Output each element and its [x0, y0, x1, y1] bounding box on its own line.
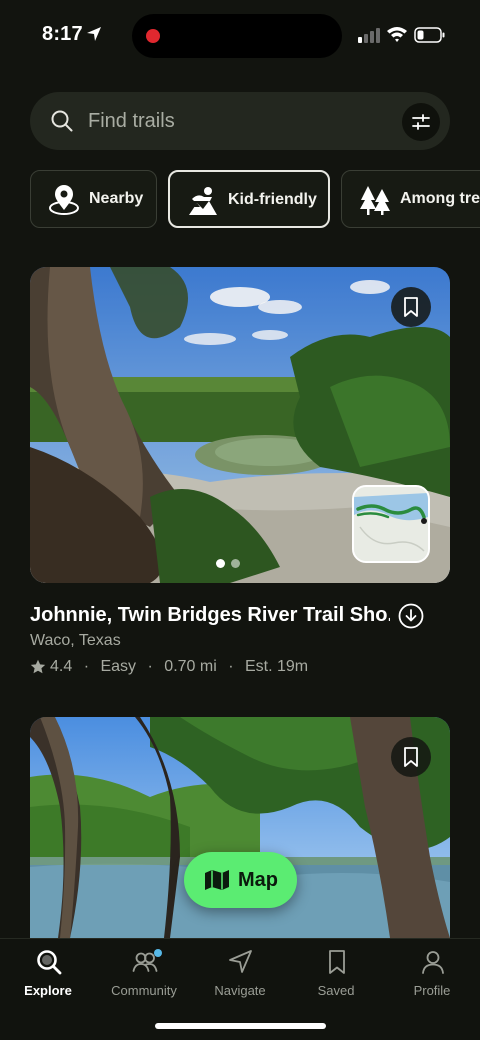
- wifi-icon: [387, 27, 407, 42]
- navigate-icon: [229, 950, 252, 973]
- bookmark-icon: [404, 747, 418, 767]
- profile-icon: [422, 951, 444, 974]
- tab-community[interactable]: Community: [96, 939, 192, 1009]
- trail-distance: 0.70 mi: [164, 658, 217, 675]
- map-icon: [205, 870, 229, 890]
- kid-friendly-icon: [189, 187, 217, 215]
- tab-label: Explore: [24, 983, 72, 998]
- download-trail-button[interactable]: [398, 603, 424, 629]
- trail-meta: 4.4 · Easy · 0.70 mi · Est. 19m: [30, 658, 308, 678]
- filter-sliders-icon: [412, 114, 430, 130]
- search-bar[interactable]: [30, 92, 450, 150]
- trail-map-preview: [354, 487, 428, 561]
- tab-label: Navigate: [214, 983, 266, 998]
- location-pin-icon: [49, 185, 79, 215]
- filter-chips: Nearby Kid-friendly Among trees: [30, 170, 480, 228]
- chip-label: Kid-friendly: [228, 191, 317, 208]
- dynamic-island: [132, 14, 342, 58]
- chip-kid-friendly[interactable]: Kid-friendly: [168, 170, 330, 228]
- trail-card-image[interactable]: [30, 267, 450, 583]
- status-bar: 8:17: [0, 0, 480, 70]
- meta-separator: ·: [83, 658, 90, 675]
- trail-map-thumbnail[interactable]: [352, 485, 430, 563]
- trail-difficulty: Easy: [100, 658, 137, 675]
- trail-location: Waco, Texas: [30, 632, 121, 649]
- download-icon: [398, 603, 424, 629]
- explore-search-icon: [37, 950, 62, 975]
- chip-among-trees[interactable]: Among trees: [341, 170, 480, 228]
- tab-label: Profile: [413, 983, 451, 998]
- tab-saved[interactable]: Saved: [288, 939, 384, 1009]
- search-icon: [51, 110, 73, 132]
- meta-separator: ·: [147, 658, 153, 675]
- star-icon: [30, 659, 46, 674]
- cellular-signal-icon: [358, 28, 380, 43]
- chip-nearby[interactable]: Nearby: [30, 170, 157, 228]
- trail-rating: 4.4: [50, 658, 73, 675]
- search-input[interactable]: [88, 106, 388, 136]
- recording-dot-icon: [146, 29, 160, 43]
- tab-explore[interactable]: Explore: [0, 939, 96, 1009]
- location-arrow-icon: [87, 27, 101, 41]
- trail-title[interactable]: Johnnie, Twin Bridges River Trail Sho...: [30, 604, 390, 627]
- tab-navigate[interactable]: Navigate: [192, 939, 288, 1009]
- bookmark-icon: [329, 950, 345, 974]
- map-button-label: Map: [238, 869, 278, 891]
- image-pagination: [216, 555, 246, 573]
- trail-estimate: Est. 19m: [245, 658, 309, 675]
- battery-icon: [414, 27, 445, 43]
- trees-icon: [360, 186, 390, 215]
- pagination-dot-active: [216, 559, 225, 568]
- tab-profile[interactable]: Profile: [384, 939, 480, 1009]
- bookmark-icon: [404, 297, 418, 317]
- save-trail-button[interactable]: [391, 287, 431, 327]
- save-trail-button[interactable]: [391, 737, 431, 777]
- meta-separator: ·: [228, 658, 234, 675]
- tab-label: Saved: [317, 983, 355, 998]
- pagination-dot: [231, 559, 240, 568]
- map-button[interactable]: Map: [184, 852, 297, 908]
- chip-label: Nearby: [89, 190, 144, 207]
- home-indicator[interactable]: [155, 1023, 326, 1029]
- status-time: 8:17: [42, 23, 83, 45]
- filter-button[interactable]: [402, 103, 440, 141]
- tab-label: Community: [111, 983, 177, 998]
- chip-label: Among trees: [400, 190, 480, 207]
- notification-dot: [154, 949, 162, 957]
